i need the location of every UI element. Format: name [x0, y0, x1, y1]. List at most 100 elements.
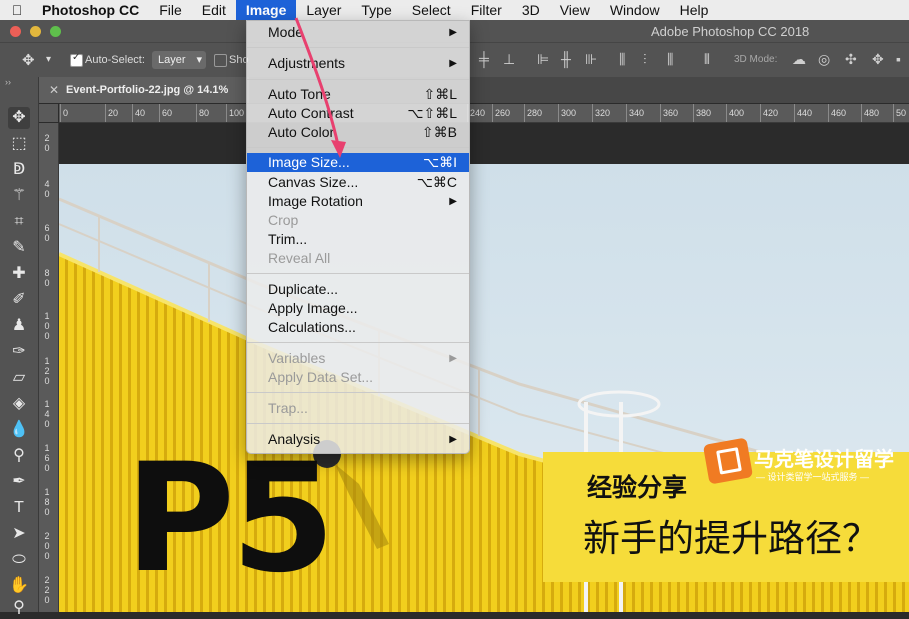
menu-help[interactable]: Help — [670, 0, 719, 20]
dodge-tool-icon[interactable]: ⚲ — [8, 445, 30, 467]
align-hcenter-icon[interactable]: ╫ — [561, 51, 571, 67]
menu-select[interactable]: Select — [402, 0, 461, 20]
menu-item-label: Image Rotation — [268, 193, 363, 209]
path-selection-tool-icon[interactable]: ➤ — [8, 523, 30, 545]
auto-select-target-dropdown[interactable]: Layer ▾ — [152, 51, 206, 69]
vertical-ruler[interactable]: 2 0 4 0 6 0 8 0 1 0 0 1 2 0 1 4 0 1 6 0 … — [39, 123, 59, 612]
show-transform-checkbox[interactable] — [214, 54, 227, 67]
menu-item-label: Variables — [268, 350, 326, 366]
menu-item-auto-color[interactable]: Auto Color ⇧⌘B — [247, 123, 469, 142]
zoom-tool-icon[interactable]: ⚲ — [8, 597, 30, 619]
chevron-down-icon[interactable]: ▾ — [46, 54, 51, 65]
ruler-tick: 50 — [892, 104, 907, 122]
document-tab[interactable]: ✕ Event-Portfolio-22.jpg @ 14.1% — [39, 77, 249, 103]
close-window-button[interactable] — [10, 26, 21, 37]
menu-item-mode[interactable]: Mode ▶ — [247, 23, 469, 42]
menu-edit[interactable]: Edit — [192, 0, 236, 20]
healing-brush-tool-icon[interactable]: ✚ — [8, 263, 30, 285]
lasso-tool-icon[interactable]: ↁ — [8, 159, 30, 181]
menu-item-adjustments[interactable]: Adjustments ▶ — [247, 54, 469, 73]
menu-item-reveal-all: Reveal All — [247, 249, 469, 268]
ellipse-tool-icon[interactable]: ⬭ — [8, 549, 30, 571]
menu-filter[interactable]: Filter — [461, 0, 512, 20]
3d-slide-icon[interactable]: ✥ — [872, 51, 884, 68]
menu-3d[interactable]: 3D — [512, 0, 550, 20]
marquee-tool-icon[interactable]: ⬚ — [8, 133, 30, 155]
3d-mode-label: 3D Mode: — [734, 54, 778, 65]
menu-item-auto-tone[interactable]: Auto Tone ⇧⌘L — [247, 85, 469, 104]
minimize-window-button[interactable] — [30, 26, 41, 37]
menu-type[interactable]: Type — [351, 0, 401, 20]
pen-tool-icon[interactable]: ✒ — [8, 471, 30, 493]
align-right-icon[interactable]: ⊪ — [585, 51, 597, 68]
distribute-vcenter-icon[interactable]: ⫶ — [643, 51, 647, 68]
hand-tool-icon[interactable]: ✋ — [8, 575, 30, 597]
ruler-tick: 80 — [195, 104, 210, 122]
eyedropper-tool-icon[interactable]: ✎ — [8, 237, 30, 259]
menu-window[interactable]: Window — [600, 0, 670, 20]
ruler-corner[interactable] — [39, 104, 58, 122]
ruler-tick: 320 — [591, 104, 611, 122]
menu-item-crop: Crop — [247, 211, 469, 230]
zoom-window-button[interactable] — [50, 26, 61, 37]
history-brush-tool-icon[interactable]: ✑ — [8, 341, 30, 363]
menu-item-analysis[interactable]: Analysis ▶ — [247, 430, 469, 449]
ruler-tick: 60 — [158, 104, 173, 122]
menu-separator — [247, 423, 469, 424]
auto-select-checkbox[interactable] — [70, 52, 83, 67]
3d-orbit-icon[interactable]: ☁ — [792, 51, 806, 68]
banner-subtitle: 经验分享 — [587, 474, 688, 502]
align-bottom-icon[interactable]: ⊥ — [503, 51, 515, 68]
distribute-bottom-icon[interactable]: ⫼ — [667, 51, 673, 68]
ruler-tick: 8 0 — [44, 268, 50, 288]
ruler-tick: 20 — [104, 104, 119, 122]
3d-pan-icon[interactable]: ✣ — [845, 51, 857, 68]
ruler-tick: 380 — [692, 104, 712, 122]
move-tool-icon[interactable]: ✥ — [8, 107, 30, 129]
menu-app-name[interactable]: Photoshop CC — [34, 0, 149, 20]
menu-item-calculations[interactable]: Calculations... — [247, 318, 469, 337]
type-tool-icon[interactable]: T — [8, 497, 30, 519]
window-title: Adobe Photoshop CC 2018 — [651, 24, 810, 39]
3d-roll-icon[interactable]: ◎ — [818, 51, 830, 68]
horizontal-ruler[interactable]: 0 20 40 60 80 100 240 260 280 300 320 34… — [59, 104, 909, 123]
3d-scale-icon[interactable]: ▪ — [896, 51, 901, 67]
menu-item-auto-contrast[interactable]: Auto Contrast ⌥⇧⌘L — [247, 104, 469, 123]
menu-item-trim[interactable]: Trim... — [247, 230, 469, 249]
apple-icon[interactable]:  — [0, 2, 34, 18]
menu-item-label: Canvas Size... — [268, 174, 359, 190]
auto-align-icon[interactable]: ⫴ — [704, 51, 710, 68]
blur-tool-icon[interactable]: 💧 — [8, 419, 30, 441]
submenu-arrow-icon: ▶ — [449, 434, 457, 445]
brand-logo: 马克笔设计留学 — 设计类留学一站式服务 — — [702, 437, 906, 489]
menu-view[interactable]: View — [550, 0, 600, 20]
menu-item-label: Trap... — [268, 400, 308, 416]
align-center-icon[interactable]: ╪ — [479, 51, 489, 67]
menu-item-canvas-size[interactable]: Canvas Size... ⌥⌘C — [247, 173, 469, 192]
menu-item-label: Mode — [268, 24, 304, 40]
menu-item-image-size[interactable]: Image Size... ⌥⌘I — [247, 153, 469, 172]
ruler-tick: 1 6 0 — [44, 443, 50, 473]
magic-wand-tool-icon[interactable]: ⚚ — [8, 185, 30, 207]
menu-item-shortcut: ⌥⌘I — [422, 154, 457, 170]
close-tab-icon[interactable]: ✕ — [49, 77, 59, 103]
menu-item-shortcut: ⌥⌘C — [416, 174, 457, 190]
move-tool-preset-icon[interactable]: ✥ — [22, 51, 35, 69]
menu-layer[interactable]: Layer — [296, 0, 351, 20]
collapse-panel-icon[interactable]: ›› — [5, 77, 11, 87]
paint-bucket-tool-icon[interactable]: ◈ — [8, 393, 30, 415]
distribute-top-icon[interactable]: ⫼ — [619, 51, 625, 68]
menu-image[interactable]: Image — [235, 0, 297, 20]
brush-tool-icon[interactable]: ✐ — [8, 289, 30, 311]
menu-item-label: Apply Image... — [268, 300, 358, 316]
menu-file[interactable]: File — [149, 0, 192, 20]
menu-item-image-rotation[interactable]: Image Rotation ▶ — [247, 192, 469, 211]
menu-item-duplicate[interactable]: Duplicate... — [247, 280, 469, 299]
clone-stamp-tool-icon[interactable]: ♟ — [8, 315, 30, 337]
document-canvas[interactable]: P5 经验分享 新手的提升路径？ — [59, 123, 909, 612]
align-left-icon[interactable]: ⊫ — [537, 51, 549, 68]
menu-item-apply-image[interactable]: Apply Image... — [247, 299, 469, 318]
eraser-tool-icon[interactable]: ▱ — [8, 367, 30, 389]
ruler-tick: 360 — [659, 104, 679, 122]
crop-tool-icon[interactable]: ⌗ — [8, 211, 30, 233]
